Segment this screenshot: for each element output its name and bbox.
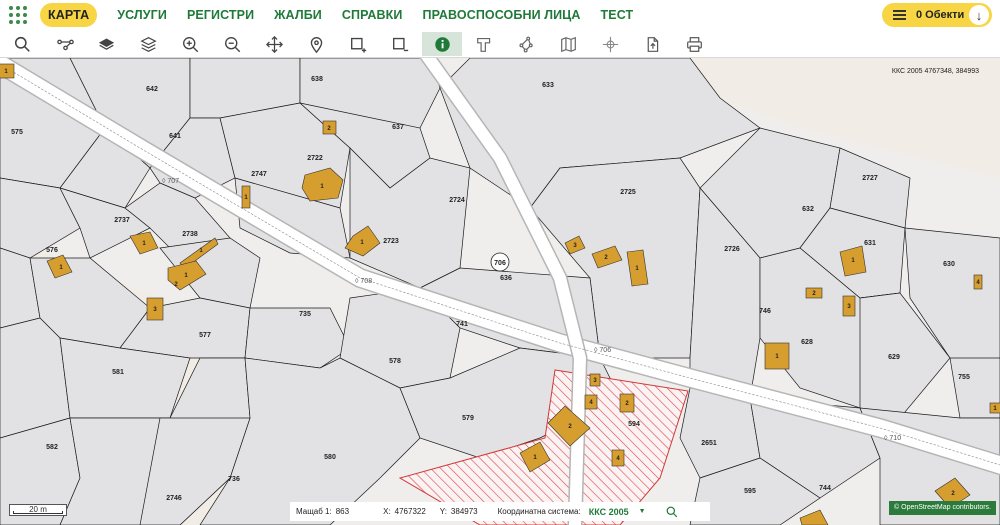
nav-item-karta[interactable]: КАРТА xyxy=(40,3,98,27)
scale-bar: 20 m xyxy=(9,504,67,516)
nav-item-test[interactable]: ТЕСТ xyxy=(601,8,634,22)
search-icon[interactable] xyxy=(666,506,678,518)
parcel-label: 746 xyxy=(759,308,771,315)
parcel-label: 579 xyxy=(462,415,474,422)
parcel-label: 631 xyxy=(864,240,876,247)
parcel-label: 578 xyxy=(389,358,401,365)
x-value: 4767322 xyxy=(394,507,426,516)
parcel-label: 576 xyxy=(46,247,58,254)
cadastral-map[interactable]: 1 2 1 1 1 1 1 1 2 1 3 3 2 1 1 2 3 4 1 3 … xyxy=(0,58,1000,525)
parcel-label: 577 xyxy=(199,332,211,339)
parcel-label: 2746 xyxy=(166,495,182,502)
parcel-label: 744 xyxy=(819,485,831,492)
osm-attribution[interactable]: © OpenStreetMap contributors. xyxy=(889,501,996,515)
road-label: ◊ 706 xyxy=(594,347,611,354)
objects-button[interactable]: 0 Обекти ↓ xyxy=(882,3,992,27)
parcel-label: 2722 xyxy=(307,155,323,162)
parcel-label: 632 xyxy=(802,206,814,213)
export-icon[interactable] xyxy=(632,32,672,56)
circled-label: 706 xyxy=(490,252,510,272)
parcel-label: 2747 xyxy=(251,171,267,178)
parcel-label: 735 xyxy=(299,311,311,318)
parcel-label: 580 xyxy=(324,454,336,461)
layers-outline-icon[interactable] xyxy=(128,32,168,56)
menu-icon xyxy=(893,8,906,22)
parcel-label: 637 xyxy=(392,124,404,131)
nav-item-pravosposobni-lica[interactable]: ПРАВОСПОСОБНИ ЛИЦА xyxy=(423,8,581,22)
parcel-label: 582 xyxy=(46,444,58,451)
parcel-label: 2724 xyxy=(449,197,465,204)
parcel-label: 641 xyxy=(169,133,181,140)
parcel-label: 581 xyxy=(112,369,124,376)
pan-icon[interactable] xyxy=(254,32,294,56)
measure-area-icon[interactable] xyxy=(464,32,504,56)
location-icon[interactable] xyxy=(296,32,336,56)
parcel-label: 636 xyxy=(500,275,512,282)
parcel-label: 2723 xyxy=(383,238,399,245)
road-label: ◊ 710 xyxy=(884,435,901,442)
svg-text:706: 706 xyxy=(494,260,506,267)
parcel-label: 736 xyxy=(228,476,240,483)
route-icon[interactable] xyxy=(45,32,85,56)
parcel-label: 638 xyxy=(311,76,323,83)
parcel-label: 755 xyxy=(958,374,970,381)
parcel-label: 2726 xyxy=(724,246,740,253)
nav-item-spravki[interactable]: СПРАВКИ xyxy=(342,8,403,22)
nav-item-registri[interactable]: РЕГИСТРИ xyxy=(187,8,254,22)
y-value: 384973 xyxy=(450,507,478,516)
select-add-icon[interactable] xyxy=(338,32,378,56)
info-icon[interactable] xyxy=(422,32,462,56)
zoom-in-icon[interactable] xyxy=(170,32,210,56)
select-remove-icon[interactable] xyxy=(380,32,420,56)
parcel-label: 642 xyxy=(146,86,158,93)
zoom-out-icon[interactable] xyxy=(212,32,252,56)
print-icon[interactable] xyxy=(674,32,714,56)
search-icon[interactable] xyxy=(2,32,42,56)
map-icon[interactable] xyxy=(548,32,588,56)
arrow-down-icon: ↓ xyxy=(969,5,989,25)
y-label: Y: xyxy=(439,507,447,516)
parcel-label: 741 xyxy=(456,321,468,328)
scale-value: 863 xyxy=(335,507,350,516)
status-bar: Мащаб 1: 863 X: 4767322 Y: 384973 Коорди… xyxy=(290,502,710,521)
top-navigation: КАРТА УСЛУГИ РЕГИСТРИ ЖАЛБИ СПРАВКИ ПРАВ… xyxy=(0,0,1000,30)
parcel-label: 628 xyxy=(801,339,813,346)
parcel-label: 2738 xyxy=(182,231,198,238)
map-toolbar xyxy=(0,30,1000,58)
map-viewport[interactable]: 1 2 1 1 1 1 1 1 2 1 3 3 2 1 1 2 3 4 1 3 … xyxy=(0,58,1000,525)
parcel-label: 629 xyxy=(888,354,900,361)
coordinate-system-select[interactable]: ККС 2005 xyxy=(589,507,629,517)
nav-item-uslugi[interactable]: УСЛУГИ xyxy=(117,8,167,22)
coordinate-system-label: Координатна система: xyxy=(497,507,581,516)
parcel-label: 633 xyxy=(542,82,554,89)
layers-icon[interactable] xyxy=(86,32,126,56)
polygon-icon[interactable] xyxy=(506,32,546,56)
crosshair-icon[interactable] xyxy=(590,32,630,56)
parcel-label: 630 xyxy=(943,261,955,268)
coordinates-readout: ККС 2005 4767348, 384993 xyxy=(891,68,979,75)
parcel-label: 595 xyxy=(744,488,756,495)
apps-grid-icon[interactable] xyxy=(9,6,27,24)
parcel-label: 2727 xyxy=(862,175,878,182)
scale-label: Мащаб 1: xyxy=(296,507,332,516)
objects-count-label: 0 Обекти xyxy=(916,9,965,21)
parcel-label: 2725 xyxy=(620,189,636,196)
parcel-label: 594 xyxy=(628,421,640,428)
road-label: ◊ 708 xyxy=(355,278,372,285)
parcel-label: 575 xyxy=(11,129,23,136)
parcel-label: 2651 xyxy=(701,440,717,447)
road-label: ◊ 707 xyxy=(162,178,179,185)
parcel-label: 2737 xyxy=(114,217,130,224)
chevron-down-icon[interactable]: ▼ xyxy=(639,508,646,515)
x-label: X: xyxy=(383,507,391,516)
nav-item-zhalbi[interactable]: ЖАЛБИ xyxy=(274,8,322,22)
